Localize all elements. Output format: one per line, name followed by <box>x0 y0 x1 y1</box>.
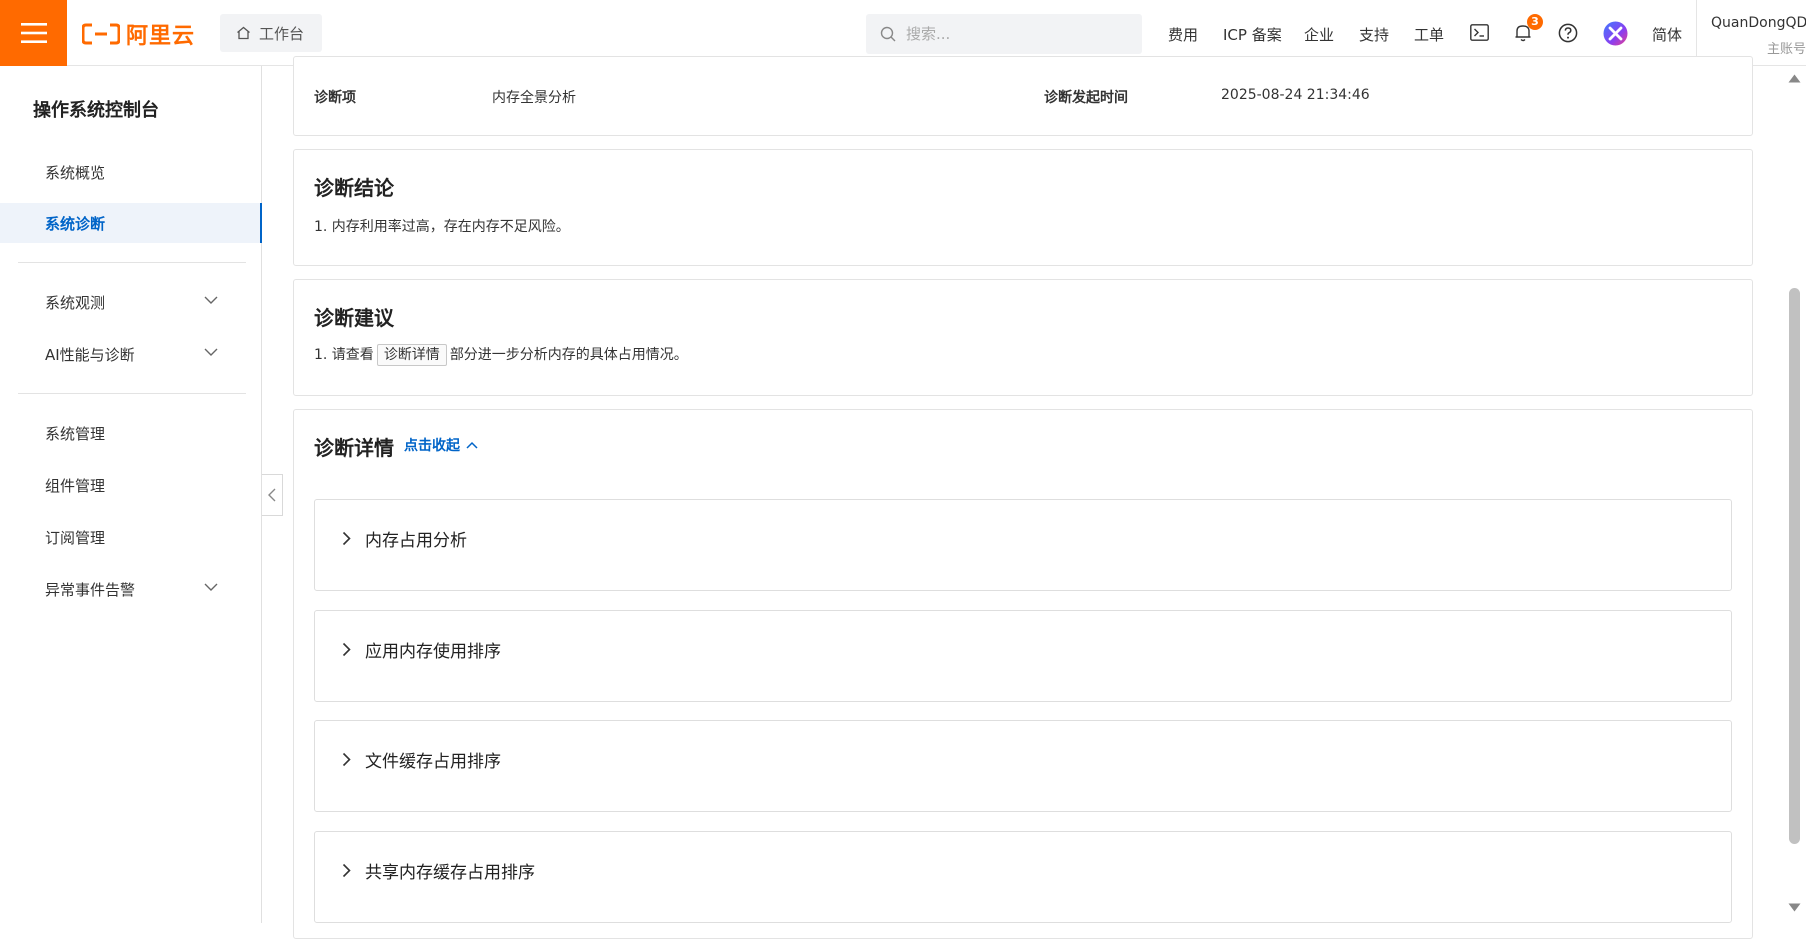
chevron-up-icon <box>466 441 478 449</box>
sidebar-item-diagnosis[interactable]: 系统诊断 <box>0 203 262 243</box>
scrollbar-thumb[interactable] <box>1789 288 1800 844</box>
help-icon[interactable] <box>1558 23 1578 43</box>
diagnosis-conclusion-card: 诊断结论 1. 内存利用率过高，存在内存不足风险。 <box>293 149 1753 266</box>
accordion-label: 应用内存使用排序 <box>365 642 501 662</box>
accordion-shared-memory-cache-ranking[interactable]: 共享内存缓存占用排序 <box>314 831 1732 923</box>
nav-support[interactable]: 支持 <box>1359 24 1389 45</box>
sidebar-item-ai-performance[interactable]: AI性能与诊断 <box>0 334 262 374</box>
accordion-label: 共享内存缓存占用排序 <box>365 863 535 883</box>
main-content: 诊断项 内存全景分析 诊断发起时间 2025-08-24 21:34:46 诊断… <box>263 56 1783 939</box>
accordion-app-memory-ranking[interactable]: 应用内存使用排序 <box>314 610 1732 702</box>
accordion-file-cache-ranking[interactable]: 文件缓存占用排序 <box>314 720 1732 812</box>
chevron-right-icon <box>342 752 351 767</box>
sidebar-item-label: 异常事件告警 <box>45 580 136 599</box>
brand-name: 阿里云 <box>126 24 196 49</box>
notification-badge: 3 <box>1527 14 1543 30</box>
ai-assistant-icon[interactable] <box>1603 21 1628 46</box>
conclusion-text: 1. 内存利用率过高，存在内存不足风险。 <box>314 219 570 235</box>
chevron-down-icon <box>204 296 218 304</box>
search-icon <box>880 26 896 42</box>
chevron-right-icon <box>342 863 351 878</box>
nav-ticket[interactable]: 工单 <box>1414 24 1444 45</box>
sidebar-item-component-management[interactable]: 组件管理 <box>0 465 262 505</box>
sidebar-item-label: 订阅管理 <box>45 528 106 547</box>
diagnosis-details-card: 诊断详情 点击收起 内存占用分析 应用内存使用排序 文件缓存占用排序 共享内存缓… <box>293 409 1753 939</box>
nav-billing[interactable]: 费用 <box>1168 24 1198 45</box>
sidebar-divider <box>18 393 246 394</box>
suggestion-text: 1. 请查看 诊断详情 部分进一步分析内存的具体占用情况。 <box>314 344 688 366</box>
sidebar-item-label: AI性能与诊断 <box>45 345 135 364</box>
sidebar-title: 操作系统控制台 <box>33 100 159 121</box>
chevron-down-icon <box>204 348 218 356</box>
sidebar-item-label: 组件管理 <box>45 476 106 495</box>
sidebar-item-alerts[interactable]: 异常事件告警 <box>0 569 262 609</box>
diagnosis-meta-card: 诊断项 内存全景分析 诊断发起时间 2025-08-24 21:34:46 <box>293 56 1753 136</box>
nav-icp[interactable]: ICP 备案 <box>1223 24 1282 45</box>
sidebar-item-label: 系统概览 <box>45 163 106 182</box>
account-role: 主账号 <box>1766 42 1806 57</box>
language-switch[interactable]: 简体 <box>1652 24 1682 45</box>
accordion-memory-usage-analysis[interactable]: 内存占用分析 <box>314 499 1732 591</box>
aliyun-logo[interactable]: 阿里云 <box>82 21 196 49</box>
sidebar-item-label: 系统观测 <box>45 293 106 312</box>
accordion-label: 文件缓存占用排序 <box>365 752 501 772</box>
account-name: QuanDongQD <box>1711 15 1806 31</box>
chevron-right-icon <box>342 531 351 546</box>
suggestion-suffix: 部分进一步分析内存的具体占用情况。 <box>449 347 688 363</box>
diagnosis-time-label: 诊断发起时间 <box>1044 90 1128 106</box>
sidebar: 操作系统控制台 系统概览 系统诊断 系统观测 AI性能与诊断 系统管理 组件管理… <box>0 66 262 923</box>
scroll-down-arrow-icon[interactable] <box>1788 903 1801 912</box>
chevron-right-icon <box>342 642 351 657</box>
menu-button[interactable] <box>0 0 67 66</box>
collapse-details-link[interactable]: 点击收起 <box>404 435 478 455</box>
diagnosis-item-value: 内存全景分析 <box>492 90 576 106</box>
diagnosis-item-label: 诊断项 <box>314 90 356 106</box>
collapse-label: 点击收起 <box>404 438 460 454</box>
home-icon <box>237 26 250 40</box>
nav-enterprise[interactable]: 企业 <box>1304 24 1334 45</box>
aliyun-mark-icon <box>82 23 120 45</box>
accordion-label: 内存占用分析 <box>365 531 467 551</box>
terminal-icon[interactable] <box>1470 24 1489 41</box>
diagnosis-time-value: 2025-08-24 21:34:46 <box>1221 87 1370 103</box>
diagnosis-suggestion-card: 诊断建议 1. 请查看 诊断详情 部分进一步分析内存的具体占用情况。 <box>293 279 1753 396</box>
sidebar-item-system-management[interactable]: 系统管理 <box>0 413 262 453</box>
sidebar-item-subscription[interactable]: 订阅管理 <box>0 517 262 557</box>
sidebar-item-label: 系统管理 <box>45 424 106 443</box>
chevron-down-icon <box>204 583 218 591</box>
conclusion-title: 诊断结论 <box>314 176 394 200</box>
suggestion-prefix: 1. 请查看 <box>314 347 374 363</box>
scroll-up-arrow-icon[interactable] <box>1788 74 1801 83</box>
sidebar-divider <box>18 262 246 263</box>
sidebar-item-label: 系统诊断 <box>45 214 106 233</box>
workbench-button[interactable]: 工作台 <box>220 14 322 52</box>
sidebar-item-observability[interactable]: 系统观测 <box>0 282 262 322</box>
search-input[interactable] <box>906 25 1126 43</box>
suggestion-title: 诊断建议 <box>314 306 394 330</box>
hamburger-icon <box>20 23 47 43</box>
diagnosis-details-link[interactable]: 诊断详情 <box>376 344 447 366</box>
details-title: 诊断详情 <box>314 436 394 460</box>
sidebar-item-overview[interactable]: 系统概览 <box>0 152 262 192</box>
search-box[interactable] <box>866 14 1142 54</box>
workbench-label: 工作台 <box>259 24 305 43</box>
